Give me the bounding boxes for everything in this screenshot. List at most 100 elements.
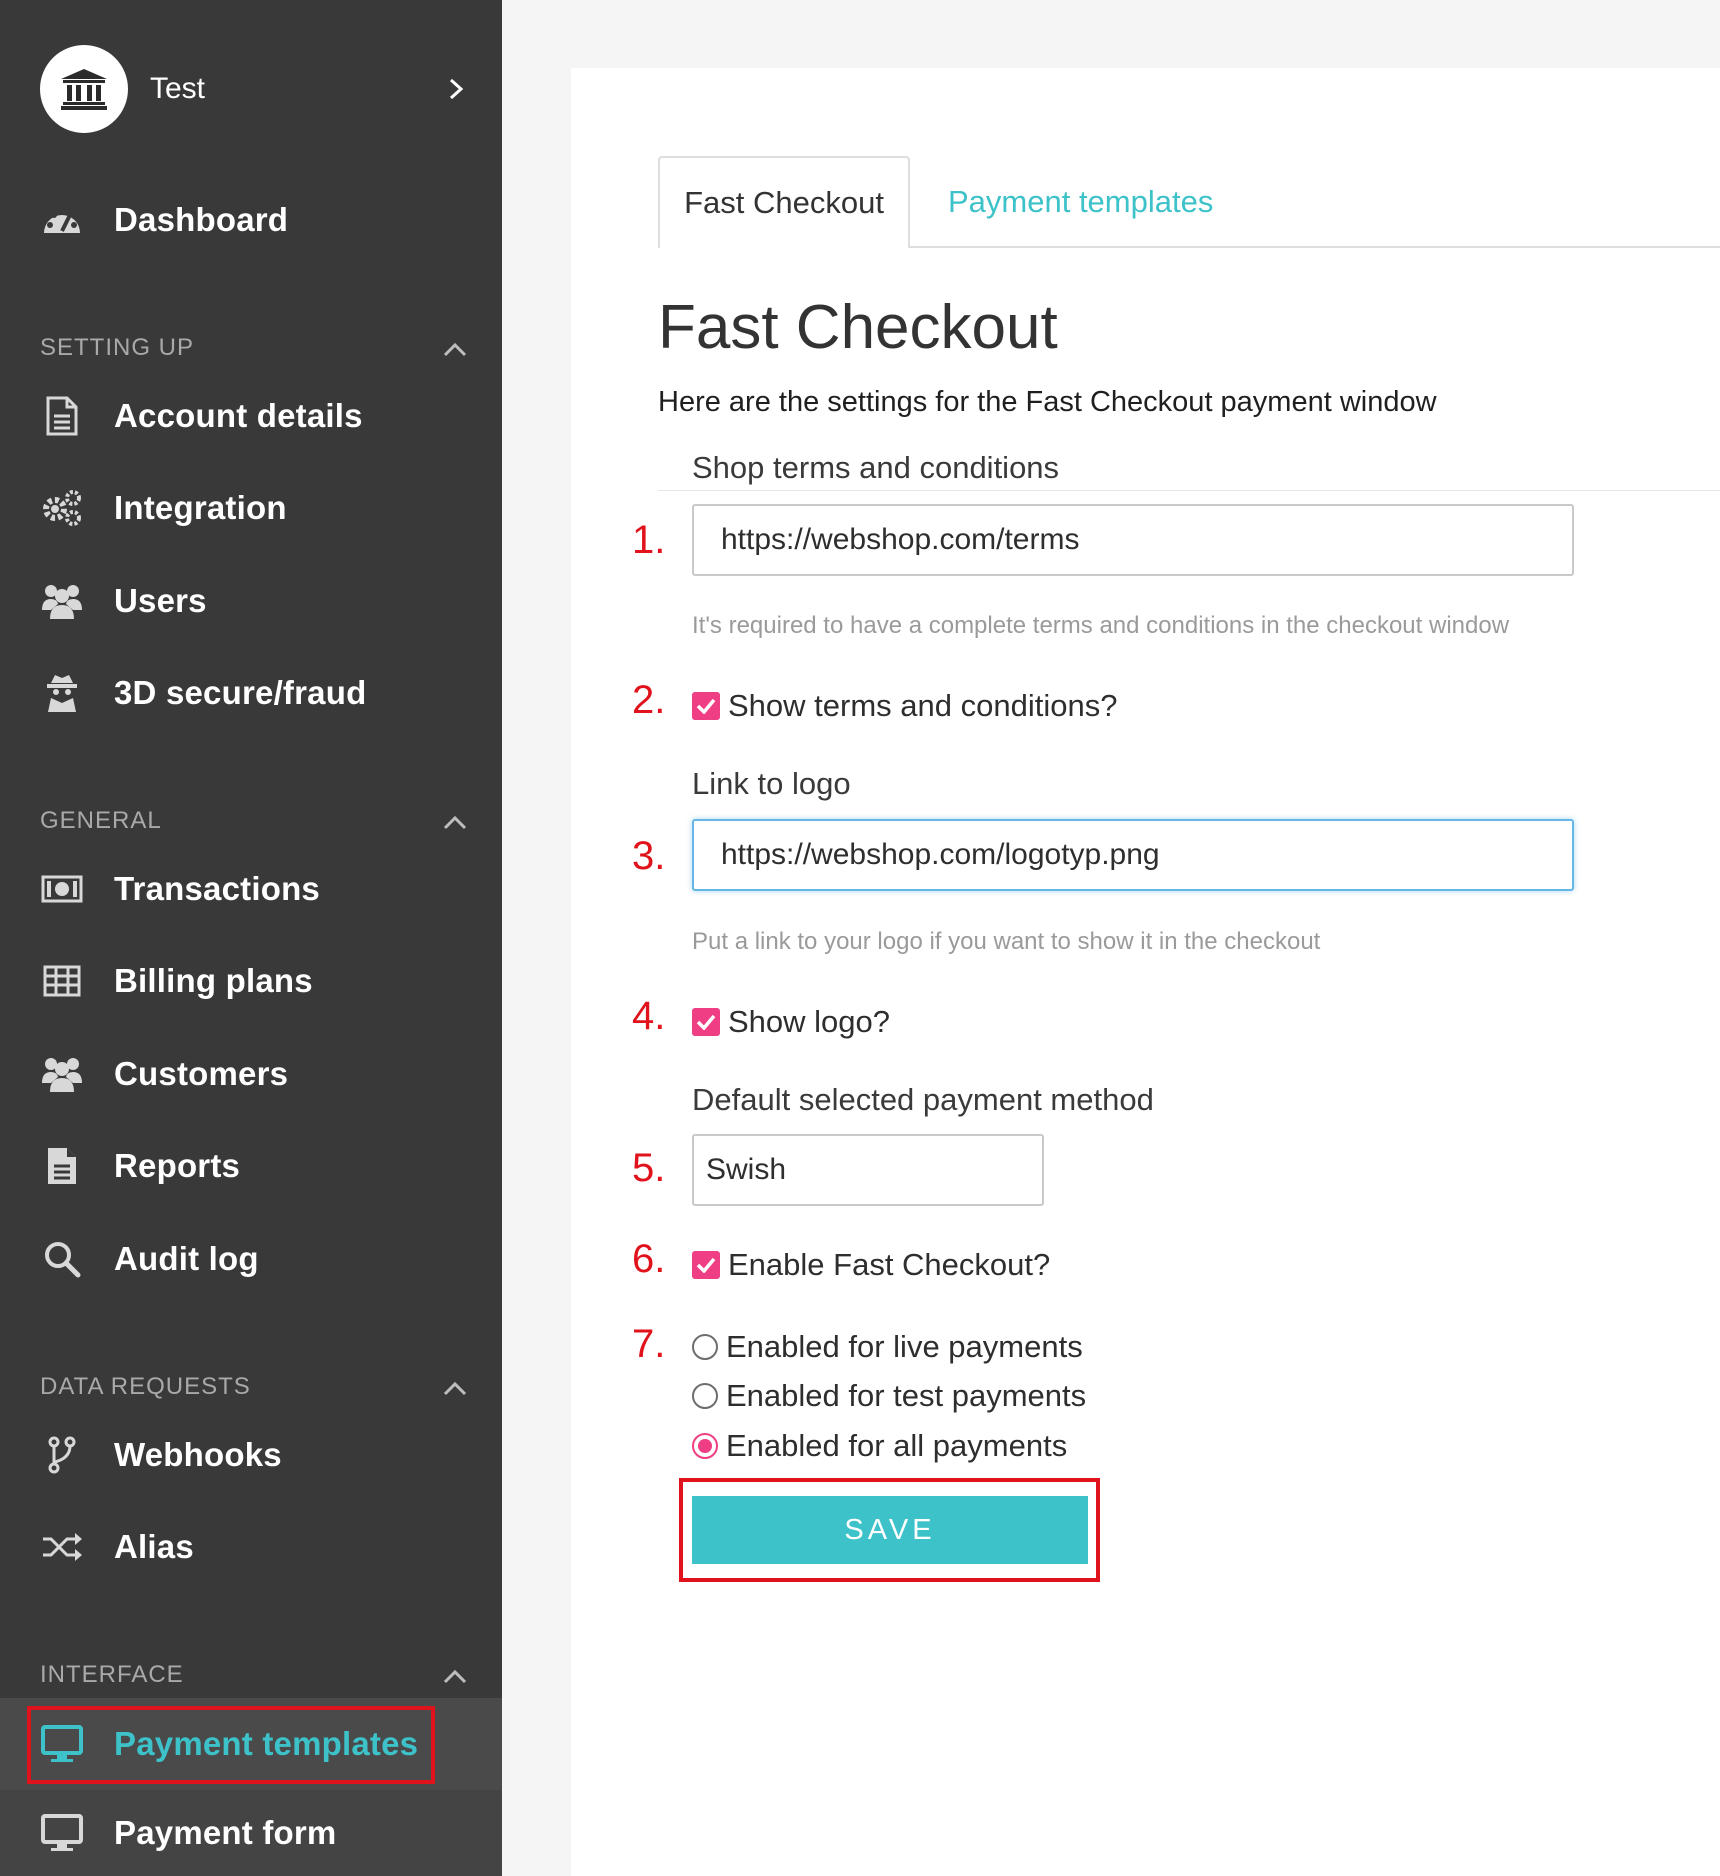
radio-label: Enabled for all payments	[726, 1428, 1068, 1463]
annotation-number: 4.	[632, 994, 666, 1038]
default-method-select[interactable]: Swish	[692, 1134, 1044, 1206]
chevron-up-icon	[443, 342, 467, 357]
annotation-number: 3.	[632, 834, 666, 878]
section-setting-up[interactable]: SETTING UP	[0, 328, 502, 368]
sidebar-item-audit-log[interactable]: Audit log	[0, 1224, 502, 1294]
sidebar-item-customers[interactable]: Customers	[0, 1039, 502, 1109]
enable-checkbox-row[interactable]: Enable Fast Checkout?	[692, 1245, 1050, 1285]
sidebar-item-label: Payment templates	[114, 1725, 419, 1762]
radio-test-payments[interactable]: Enabled for test payments	[692, 1376, 1086, 1416]
show-logo-label: Show logo?	[728, 1004, 891, 1039]
sidebar-item-payment-form[interactable]: Payment form	[0, 1790, 502, 1876]
sidebar-item-label: Payment form	[114, 1814, 337, 1851]
radio-live-payments[interactable]: Enabled for live payments	[692, 1327, 1083, 1367]
annotation-number: 5.	[632, 1146, 666, 1190]
annotation-number: 7.	[632, 1322, 666, 1366]
section-title: INTERFACE	[40, 1661, 184, 1688]
radio-dot	[698, 1439, 712, 1453]
show-terms-label: Show terms and conditions?	[728, 688, 1118, 723]
radio-button[interactable]	[692, 1334, 718, 1360]
section-general[interactable]: GENERAL	[0, 801, 502, 841]
chevron-up-icon	[443, 1669, 467, 1684]
gears-icon	[40, 486, 84, 530]
sidebar-item-alias[interactable]: Alias	[0, 1512, 502, 1582]
document-icon	[40, 394, 84, 438]
section-data-requests[interactable]: DATA REQUESTS	[0, 1367, 502, 1407]
account-name: Test	[150, 72, 206, 105]
logo-url-input[interactable]	[692, 819, 1574, 891]
annotation-number: 2.	[632, 678, 666, 722]
dashboard-gauge-icon	[40, 198, 84, 242]
sidebar-item-label: 3D secure/fraud	[114, 674, 367, 711]
sidebar-item-label: Account details	[114, 397, 363, 434]
show-terms-checkbox-row[interactable]: Show terms and conditions?	[692, 686, 1117, 726]
monitor-icon	[40, 1811, 84, 1855]
sidebar-item-label: Transactions	[114, 870, 320, 907]
tab-payment-templates[interactable]: Payment templates	[948, 156, 1213, 248]
enable-fast-checkout-checkbox[interactable]	[692, 1251, 720, 1279]
section-title: GENERAL	[40, 807, 162, 834]
show-terms-checkbox[interactable]	[692, 692, 720, 720]
show-logo-checkbox-row[interactable]: Show logo?	[692, 1002, 890, 1042]
search-icon	[40, 1237, 84, 1281]
file-text-icon	[40, 1144, 84, 1188]
default-method-label: Default selected payment method	[692, 1082, 1154, 1117]
sidebar-item-label: Alias	[114, 1528, 194, 1565]
show-logo-checkbox[interactable]	[692, 1008, 720, 1036]
radio-button[interactable]	[692, 1383, 718, 1409]
chevron-up-icon	[443, 1381, 467, 1396]
sidebar-item-account-details[interactable]: Account details	[0, 381, 502, 451]
terms-url-input[interactable]	[692, 504, 1574, 576]
radio-label: Enabled for live payments	[726, 1329, 1083, 1364]
logo-hint: Put a link to your logo if you want to s…	[692, 928, 1321, 955]
terms-hint: It's required to have a complete terms a…	[692, 612, 1510, 639]
account-switcher[interactable]: Test	[40, 44, 470, 134]
sidebar-item-label: Customers	[114, 1055, 289, 1092]
sidebar-item-label: Audit log	[114, 1240, 259, 1277]
shuffle-icon	[40, 1525, 84, 1569]
enable-fast-checkout-label: Enable Fast Checkout?	[728, 1247, 1051, 1282]
sidebar-item-label: Webhooks	[114, 1436, 282, 1473]
sidebar-item-webhooks[interactable]: Webhooks	[0, 1420, 502, 1490]
page-subtitle: Here are the settings for the Fast Check…	[658, 386, 1437, 418]
money-bill-icon	[40, 867, 84, 911]
table-grid-icon	[40, 959, 84, 1003]
sidebar: Test Dashboard SETTING UP Account detail…	[0, 0, 502, 1876]
sidebar-item-transactions[interactable]: Transactions	[0, 854, 502, 924]
sidebar-item-label: Integration	[114, 489, 287, 526]
sidebar-item-3d-secure[interactable]: 3D secure/fraud	[0, 658, 502, 728]
page-title: Fast Checkout	[658, 293, 1058, 362]
spy-icon	[40, 671, 84, 715]
users-icon	[40, 579, 84, 623]
monitor-icon	[40, 1722, 84, 1766]
chevron-up-icon	[443, 815, 467, 830]
sidebar-item-billing-plans[interactable]: Billing plans	[0, 946, 502, 1016]
sidebar-item-dashboard[interactable]: Dashboard	[0, 185, 502, 255]
bank-icon	[61, 69, 107, 110]
radio-label: Enabled for test payments	[726, 1378, 1087, 1413]
users-icon	[40, 1052, 84, 1096]
branch-icon	[40, 1433, 84, 1477]
terms-label: Shop terms and conditions	[692, 450, 1060, 485]
default-method-value: Swish	[706, 1153, 787, 1186]
sidebar-item-users[interactable]: Users	[0, 566, 502, 636]
sidebar-item-label: Users	[114, 582, 207, 619]
checkmark-icon	[696, 698, 716, 714]
section-title: DATA REQUESTS	[40, 1373, 251, 1400]
sidebar-item-payment-templates[interactable]: Payment templates	[0, 1698, 502, 1790]
label-divider	[658, 490, 1720, 491]
tab-fast-checkout[interactable]: Fast Checkout	[658, 156, 910, 248]
annotation-number: 6.	[632, 1237, 666, 1281]
sidebar-item-integration[interactable]: Integration	[0, 473, 502, 543]
radio-button-selected[interactable]	[692, 1433, 718, 1459]
section-interface[interactable]: INTERFACE	[0, 1655, 502, 1695]
save-button[interactable]: SAVE	[692, 1496, 1088, 1564]
radio-all-payments[interactable]: Enabled for all payments	[692, 1426, 1067, 1466]
checkmark-icon	[696, 1014, 716, 1030]
sidebar-item-label: Dashboard	[114, 201, 289, 238]
annotation-number: 1.	[632, 518, 666, 562]
sidebar-item-reports[interactable]: Reports	[0, 1131, 502, 1201]
sidebar-item-label: Reports	[114, 1147, 241, 1184]
chevron-right-icon[interactable]	[442, 75, 470, 103]
logo-label: Link to logo	[692, 766, 851, 801]
